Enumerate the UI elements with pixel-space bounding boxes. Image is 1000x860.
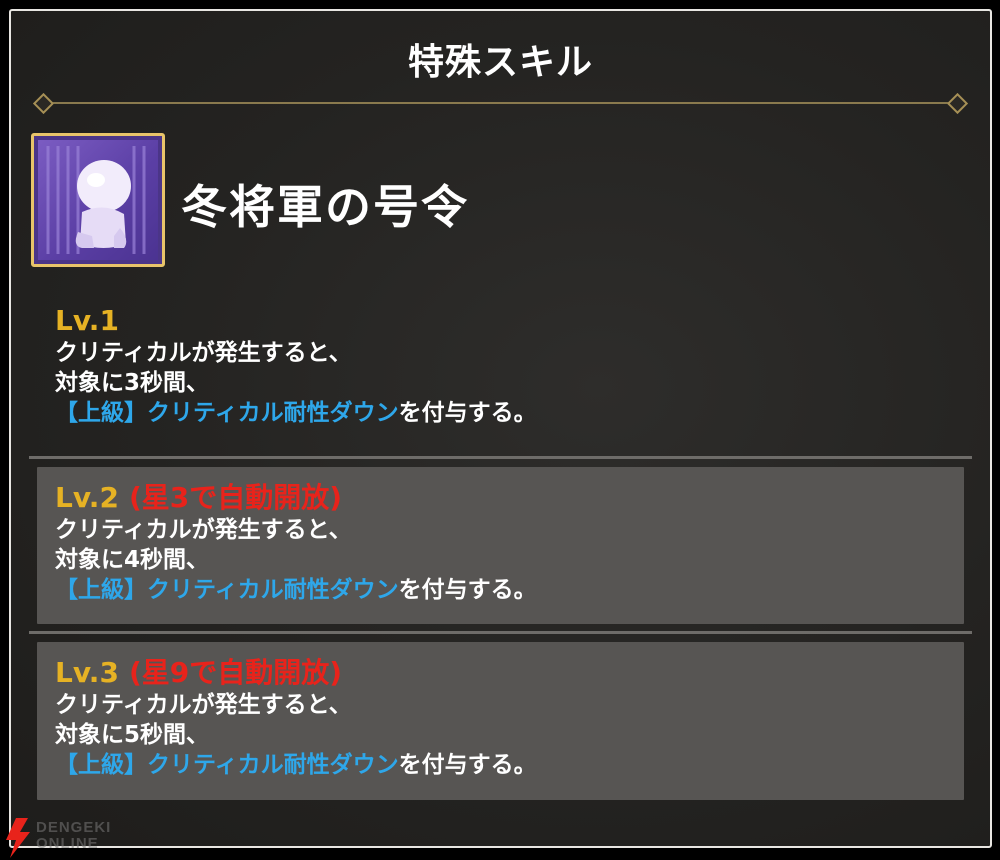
level-2-entry: Lv.2 (星3で自動開放) クリティカルが発生すると、 対象に4秒間、 【上級】… bbox=[37, 467, 964, 624]
level-2-line-3: 【上級】クリティカル耐性ダウンを付与する。 bbox=[55, 575, 537, 605]
skill-icon bbox=[31, 133, 165, 267]
divider-line bbox=[51, 102, 950, 104]
level-3-effect-prefix: 【上級】 bbox=[55, 752, 147, 778]
frozen-figure-icon bbox=[46, 146, 146, 254]
level-1-effect-name: クリティカル耐性ダウン bbox=[147, 400, 399, 426]
level-2-unlock-condition: (星3で自動開放) bbox=[128, 481, 343, 514]
divider-diamond-right bbox=[946, 92, 969, 115]
level-2-effect-name: クリティカル耐性ダウン bbox=[147, 577, 399, 603]
level-1-heading: Lv.1 bbox=[55, 304, 537, 338]
level-1-label: Lv.1 bbox=[55, 304, 119, 337]
level-2-label: Lv.2 bbox=[55, 481, 119, 514]
lightning-logo-icon bbox=[6, 818, 30, 858]
divider-diamond-left bbox=[32, 92, 55, 115]
watermark-line-1: DENGEKI bbox=[36, 819, 112, 836]
dengeki-online-watermark: DENGEKI ONLINE bbox=[2, 818, 132, 858]
special-skill-panel: 特殊スキル 冬将軍の号令 Lv.1 クリティカルが発生すると、 対象に3秒間、 … bbox=[9, 9, 992, 848]
level-2-line-2: 対象に4秒間、 bbox=[55, 547, 210, 573]
level-3-label: Lv.3 bbox=[55, 656, 119, 689]
screenshot-frame: 特殊スキル 冬将軍の号令 Lv.1 クリティカルが発生すると、 対象に3秒間、 … bbox=[0, 0, 1000, 860]
level-1-line-1: クリティカルが発生すると、 bbox=[55, 340, 352, 366]
level-1-line-3: 【上級】クリティカル耐性ダウンを付与する。 bbox=[55, 398, 537, 428]
watermark-line-2: ONLINE bbox=[36, 835, 99, 852]
watermark-text: DENGEKI ONLINE bbox=[36, 820, 111, 852]
level-2-effect-suffix: を付与する。 bbox=[398, 577, 537, 603]
level-2-effect-prefix: 【上級】 bbox=[55, 577, 147, 603]
level-1-effect-prefix: 【上級】 bbox=[55, 400, 147, 426]
skill-name: 冬将軍の号令 bbox=[181, 180, 469, 234]
level-3-unlock-condition: (星9で自動開放) bbox=[128, 656, 343, 689]
level-2-line-1: クリティカルが発生すると、 bbox=[55, 517, 352, 543]
level-1-effect-suffix: を付与する。 bbox=[398, 400, 537, 426]
level-separator bbox=[29, 631, 972, 634]
level-1-line-2: 対象に3秒間、 bbox=[55, 370, 210, 396]
level-3-entry: Lv.3 (星9で自動開放) クリティカルが発生すると、 対象に5秒間、 【上級】… bbox=[37, 642, 964, 800]
level-3-line-2: 対象に5秒間、 bbox=[55, 722, 210, 748]
level-3-line-1: クリティカルが発生すると、 bbox=[55, 692, 352, 718]
panel-title: 特殊スキル bbox=[407, 42, 593, 83]
level-separator bbox=[29, 456, 972, 459]
level-3-effect-suffix: を付与する。 bbox=[398, 752, 537, 778]
level-2-heading: Lv.2 (星3で自動開放) bbox=[55, 481, 537, 515]
level-3-effect-name: クリティカル耐性ダウン bbox=[147, 752, 399, 778]
level-3-line-3: 【上級】クリティカル耐性ダウンを付与する。 bbox=[55, 750, 537, 780]
level-3-heading: Lv.3 (星9で自動開放) bbox=[55, 656, 537, 690]
title-divider bbox=[32, 92, 969, 115]
